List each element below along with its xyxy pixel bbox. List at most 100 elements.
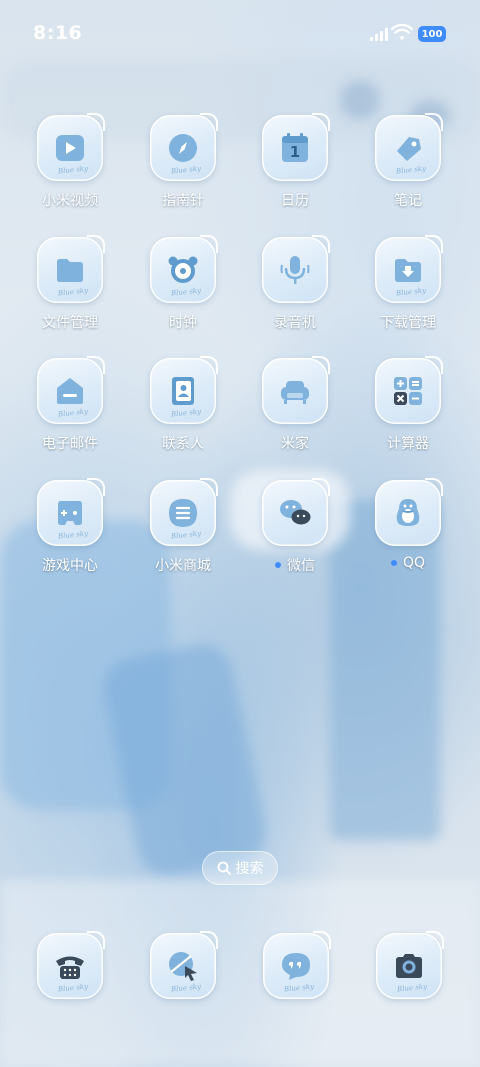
wallpaper-shape xyxy=(98,638,272,882)
icon-tag: Blue sky xyxy=(57,982,89,994)
app-label: 笔记 xyxy=(394,193,422,209)
app-download-manager[interactable]: Blue sky 下载管理 xyxy=(353,235,463,347)
app-tile[interactable]: Blue sky xyxy=(37,478,105,546)
app-tile[interactable] xyxy=(262,356,330,424)
app-xiaomi-mall[interactable]: Blue sky 小米商城 xyxy=(128,478,238,590)
app-mijia[interactable]: 米家 xyxy=(240,356,350,468)
icon-tag: Blue sky xyxy=(395,286,427,298)
sofa-icon xyxy=(281,381,309,404)
icon-tag: Blue sky xyxy=(57,286,89,298)
app-label-text: QQ xyxy=(402,555,426,571)
app-tile[interactable]: Blue sky xyxy=(37,931,105,999)
app-tile[interactable]: Blue sky xyxy=(375,235,443,303)
compass-icon xyxy=(169,134,197,162)
app-tile[interactable] xyxy=(375,356,443,424)
new-badge-dot xyxy=(390,560,397,566)
app-label: 时钟 xyxy=(169,315,197,331)
app-tile[interactable]: Blue sky xyxy=(37,356,105,424)
dock-camera[interactable]: Blue sky xyxy=(376,931,444,999)
app-tile[interactable]: Blue sky xyxy=(150,356,218,424)
icon-tag: Blue sky xyxy=(396,982,428,994)
app-calculator[interactable]: 计算器 xyxy=(353,356,463,468)
folder-icon xyxy=(57,259,83,282)
contacts-book-icon xyxy=(172,377,194,405)
app-tile[interactable]: Blue sky xyxy=(263,931,331,999)
penguin-icon xyxy=(396,499,420,526)
icon-tag: Blue sky xyxy=(170,164,202,176)
app-game-center[interactable]: Blue sky 游戏中心 xyxy=(15,478,125,590)
battery-icon: 100 xyxy=(418,26,446,42)
app-calendar[interactable]: 1 日历 xyxy=(240,113,350,225)
icon-tag: Blue sky xyxy=(57,529,89,541)
app-label: 录音机 xyxy=(274,315,316,331)
app-label: 指南针 xyxy=(162,193,204,209)
icon-tag: Blue sky xyxy=(170,407,202,419)
download-icon xyxy=(395,259,421,282)
app-compass[interactable]: Blue sky 指南针 xyxy=(128,113,238,225)
icon-tag: Blue sky xyxy=(170,286,202,298)
message-icon xyxy=(282,953,310,980)
microphone-icon xyxy=(280,256,310,284)
app-label: 小米商城 xyxy=(155,558,211,574)
home-screen: 8:16 100 Blue sky 小米视频 Blue sky 指南针 1 日历… xyxy=(0,0,480,1067)
app-tile[interactable]: Blue sky xyxy=(150,235,218,303)
dock-browser[interactable]: Blue sky xyxy=(150,931,218,999)
app-tile[interactable] xyxy=(262,478,330,546)
alarm-clock-icon xyxy=(168,256,198,283)
app-file-manager[interactable]: Blue sky 文件管理 xyxy=(15,235,125,347)
app-qq[interactable]: QQ xyxy=(353,478,463,590)
play-icon xyxy=(56,135,84,161)
search-button[interactable]: 搜索 xyxy=(202,851,278,885)
app-label: 文件管理 xyxy=(42,315,98,331)
camera-icon xyxy=(396,954,422,978)
app-label: 计算器 xyxy=(387,436,429,452)
app-label: 联系人 xyxy=(162,436,204,452)
phone-icon xyxy=(56,956,84,979)
icon-tag: Blue sky xyxy=(170,529,202,541)
dock-messages[interactable]: Blue sky xyxy=(263,931,331,999)
app-label: 小米视频 xyxy=(42,193,98,209)
app-tile[interactable]: Blue sky xyxy=(37,113,105,181)
dock-phone[interactable]: Blue sky xyxy=(37,931,105,999)
mail-icon xyxy=(57,378,83,404)
menu-icon xyxy=(169,499,197,527)
app-tile[interactable]: Blue sky xyxy=(150,113,218,181)
icon-tag: Blue sky xyxy=(170,982,202,994)
app-tile[interactable] xyxy=(262,235,330,303)
icon-tag: Blue sky xyxy=(283,982,315,994)
wifi-icon xyxy=(391,24,413,41)
status-bar: 8:16 100 xyxy=(0,0,480,60)
note-tag-icon xyxy=(397,137,421,161)
wallpaper-shape xyxy=(340,80,380,120)
app-tile[interactable]: Blue sky xyxy=(375,113,443,181)
battery-level: 100 xyxy=(421,28,443,40)
app-tile[interactable]: 1 xyxy=(262,113,330,181)
app-tile[interactable] xyxy=(375,478,443,546)
app-label: 微信 xyxy=(275,555,315,575)
app-xiaomi-video[interactable]: Blue sky 小米视频 xyxy=(15,113,125,225)
app-email[interactable]: Blue sky 电子邮件 xyxy=(15,356,125,468)
app-label: 日历 xyxy=(281,193,309,209)
app-tile[interactable]: Blue sky xyxy=(37,235,105,303)
app-tile[interactable]: Blue sky xyxy=(150,478,218,546)
browser-icon xyxy=(169,952,197,981)
app-wechat[interactable]: 微信 xyxy=(240,478,350,590)
calendar-date: 1 xyxy=(289,143,301,161)
app-tile[interactable]: Blue sky xyxy=(150,931,218,999)
icon-tag: Blue sky xyxy=(395,164,427,176)
search-label: 搜索 xyxy=(235,861,264,877)
new-badge-dot xyxy=(275,562,281,568)
gamepad-icon xyxy=(58,501,82,525)
app-notes[interactable]: Blue sky 笔记 xyxy=(353,113,463,225)
signal-icon xyxy=(370,28,388,41)
app-contacts[interactable]: Blue sky 联系人 xyxy=(128,356,238,468)
app-label: QQ xyxy=(390,555,426,571)
app-label: 游戏中心 xyxy=(42,558,98,574)
app-tile[interactable]: Blue sky xyxy=(376,931,444,999)
icon-tag: Blue sky xyxy=(57,164,89,176)
app-label: 电子邮件 xyxy=(42,436,98,452)
status-time: 8:16 xyxy=(33,22,83,44)
app-clock[interactable]: Blue sky 时钟 xyxy=(128,235,238,347)
app-recorder[interactable]: 录音机 xyxy=(240,235,350,347)
app-label: 下载管理 xyxy=(380,315,436,331)
